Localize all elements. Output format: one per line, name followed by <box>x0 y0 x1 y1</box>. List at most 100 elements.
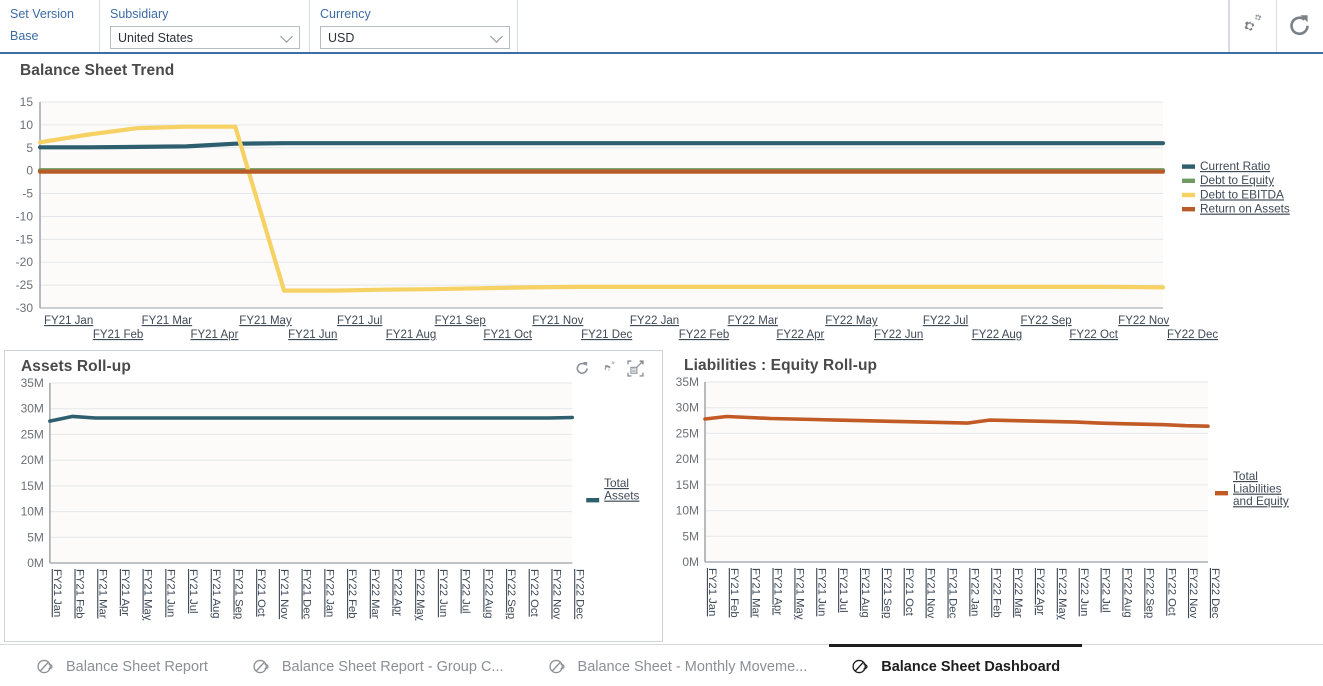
x-axis-tick-label[interactable]: FY21 Nov <box>532 315 583 327</box>
tab-label: Balance Sheet Report <box>66 658 208 675</box>
currency-select[interactable]: USD <box>320 26 510 49</box>
x-axis-tick-label[interactable]: FY22 Apr <box>776 329 824 341</box>
legend-label[interactable]: Return on Assets <box>1200 202 1290 216</box>
x-axis-tick-label[interactable]: FY21 Sep <box>435 315 486 327</box>
legend-label[interactable]: Debt to Equity <box>1200 173 1274 187</box>
bottom-tab-bar: Balance Sheet Report Balance Sheet Report… <box>0 644 1323 686</box>
x-axis-tick-label[interactable]: FY22 Oct <box>1069 329 1118 341</box>
x-axis-tick-label[interactable]: FY21 Jan <box>706 568 718 616</box>
x-axis-tick-label[interactable]: FY22 Feb <box>346 569 358 619</box>
x-axis-tick-label[interactable]: FY22 Feb <box>679 329 730 341</box>
x-axis-tick-label[interactable]: FY21 Mar <box>142 315 193 327</box>
chevron-down-icon <box>280 29 293 43</box>
y-axis-tick-label: 10 <box>20 118 34 132</box>
x-axis-tick-label[interactable]: FY22 May <box>825 315 878 327</box>
x-axis-tick-label[interactable]: FY21 Jun <box>288 329 337 341</box>
x-axis-tick-label[interactable]: FY22 May <box>414 569 426 621</box>
x-axis-tick-label[interactable]: FY22 Mar <box>369 569 381 619</box>
dashboard-root: Set Version Base Subsidiary United State… <box>0 0 1323 686</box>
x-axis-tick-label[interactable]: FY21 Jan <box>51 569 63 617</box>
x-axis-tick-label[interactable]: FY21 Feb <box>728 568 740 618</box>
x-axis-tick-label[interactable]: FY22 Aug <box>972 329 1023 341</box>
y-axis-tick-label: 35M <box>676 376 699 389</box>
x-axis-tick-label[interactable]: FY22 Jun <box>1078 568 1090 616</box>
dashboard-refresh-button[interactable] <box>1276 0 1323 52</box>
x-axis-tick-label[interactable]: FY22 Nov <box>1187 568 1199 619</box>
y-axis-tick-label: -25 <box>16 278 34 292</box>
x-axis-tick-label[interactable]: FY21 May <box>239 315 292 327</box>
legend-label[interactable]: and Equity <box>1233 494 1289 508</box>
dashboard-settings-button[interactable] <box>1229 0 1276 52</box>
x-axis-tick-label[interactable]: FY22 Apr <box>392 569 404 616</box>
x-axis-tick-label[interactable]: FY21 Apr <box>772 568 784 615</box>
tab-balance-sheet-monthly-moveme[interactable]: Balance Sheet - Monthly Moveme... <box>526 644 830 686</box>
x-axis-tick-label[interactable]: FY21 Aug <box>859 568 871 618</box>
x-axis-tick-label[interactable]: FY21 Oct <box>255 569 267 618</box>
x-axis-tick-label[interactable]: FY21 Nov <box>278 569 290 620</box>
x-axis-tick-label[interactable]: FY21 Oct <box>483 329 532 341</box>
x-axis-tick-label[interactable]: FY22 Jan <box>968 568 980 616</box>
legend-label[interactable]: Total <box>604 477 629 490</box>
x-axis-tick-label[interactable]: FY22 Aug <box>482 569 494 619</box>
x-axis-tick-label[interactable]: FY22 Jan <box>630 315 679 327</box>
x-axis-tick-label[interactable]: FY21 Feb <box>74 569 86 619</box>
x-axis-tick-label[interactable]: FY21 Oct <box>903 568 915 617</box>
x-axis-tick-label[interactable]: FY21 Jan <box>44 315 93 327</box>
x-axis-tick-label[interactable]: FY21 Mar <box>750 568 762 618</box>
x-axis-tick-label[interactable]: FY22 Jun <box>437 569 449 617</box>
x-axis-tick-label[interactable]: FY21 Jul <box>837 568 849 613</box>
x-axis-tick-label[interactable]: FY22 Mar <box>728 315 779 327</box>
legend-label[interactable]: Assets <box>604 490 639 503</box>
x-axis-tick-label[interactable]: FY21 Jul <box>337 315 382 327</box>
set-version-value[interactable]: Base <box>10 22 89 44</box>
x-axis-tick-label[interactable]: FY21 Feb <box>93 329 143 341</box>
x-axis-tick-label[interactable]: FY21 Aug <box>210 569 222 619</box>
x-axis-tick-label[interactable]: FY22 Nov <box>551 569 563 620</box>
x-axis-tick-label[interactable]: FY21 Nov <box>925 568 937 619</box>
x-axis-tick-label[interactable]: FY22 Oct <box>528 569 540 618</box>
x-axis-tick-label[interactable]: FY22 Nov <box>1118 315 1169 327</box>
x-axis-tick-label[interactable]: FY22 Aug <box>1122 568 1134 618</box>
x-axis-tick-label[interactable]: FY21 Sep <box>881 568 893 618</box>
tab-balance-sheet-dashboard[interactable]: Balance Sheet Dashboard <box>829 644 1083 686</box>
subsidiary-select[interactable]: United States <box>110 26 300 49</box>
x-axis-tick-label[interactable]: FY21 Mar <box>96 569 108 619</box>
x-axis-tick-label[interactable]: FY21 May <box>794 568 806 620</box>
x-axis-tick-label[interactable]: FY21 Dec <box>947 568 959 619</box>
x-axis-tick-label[interactable]: FY22 Dec <box>573 569 585 620</box>
x-axis-tick-label[interactable]: FY22 Dec <box>1209 568 1221 619</box>
refresh-icon[interactable] <box>574 360 591 377</box>
x-axis-tick-label[interactable]: FY22 Dec <box>1167 329 1218 341</box>
x-axis-tick-label[interactable]: FY22 Jun <box>874 329 923 341</box>
legend-label[interactable]: Current Ratio <box>1200 159 1271 173</box>
x-axis-tick-label[interactable]: FY22 Feb <box>990 568 1002 618</box>
expand-icon[interactable] <box>627 360 644 377</box>
x-axis-tick-label[interactable]: FY22 Jul <box>1100 568 1112 613</box>
x-axis-tick-label[interactable]: FY22 May <box>1056 568 1068 620</box>
x-axis-tick-label[interactable]: FY22 Jul <box>460 569 472 614</box>
tab-balance-sheet-report[interactable]: Balance Sheet Report <box>14 644 230 686</box>
legend-label[interactable]: Debt to EBITDA <box>1200 187 1284 201</box>
x-axis-tick-label[interactable]: FY21 Jul <box>187 569 199 614</box>
tab-balance-sheet-report-group-c[interactable]: Balance Sheet Report - Group C... <box>230 644 526 686</box>
x-axis-tick-label[interactable]: FY22 Apr <box>1034 568 1046 615</box>
x-axis-tick-label[interactable]: FY22 Sep <box>1143 568 1155 618</box>
x-axis-tick-label[interactable]: FY22 Sep <box>1021 315 1072 327</box>
x-axis-tick-label[interactable]: FY22 Jan <box>323 569 335 617</box>
x-axis-tick-label[interactable]: FY21 Jun <box>164 569 176 617</box>
x-axis-tick-label[interactable]: FY22 Mar <box>1012 568 1024 618</box>
x-axis-tick-label[interactable]: FY21 Aug <box>386 329 437 341</box>
gear-icon[interactable] <box>600 360 618 377</box>
x-axis-tick-label[interactable]: FY22 Sep <box>505 569 517 619</box>
x-axis-tick-label[interactable]: FY21 Dec <box>301 569 313 620</box>
x-axis-tick-label[interactable]: FY21 Sep <box>233 569 245 619</box>
x-axis-tick-label[interactable]: FY21 Apr <box>190 329 238 341</box>
x-axis-tick-label[interactable]: FY21 May <box>142 569 154 621</box>
x-axis-tick-label[interactable]: FY21 Apr <box>119 569 131 616</box>
x-axis-tick-label[interactable]: FY22 Oct <box>1165 568 1177 617</box>
y-axis-tick-label: 20M <box>21 453 44 467</box>
x-axis-tick-label[interactable]: FY21 Jun <box>815 568 827 616</box>
x-axis-tick-label[interactable]: FY21 Dec <box>581 329 632 341</box>
y-axis-tick-label: 30M <box>676 401 699 415</box>
x-axis-tick-label[interactable]: FY22 Jul <box>923 315 968 327</box>
